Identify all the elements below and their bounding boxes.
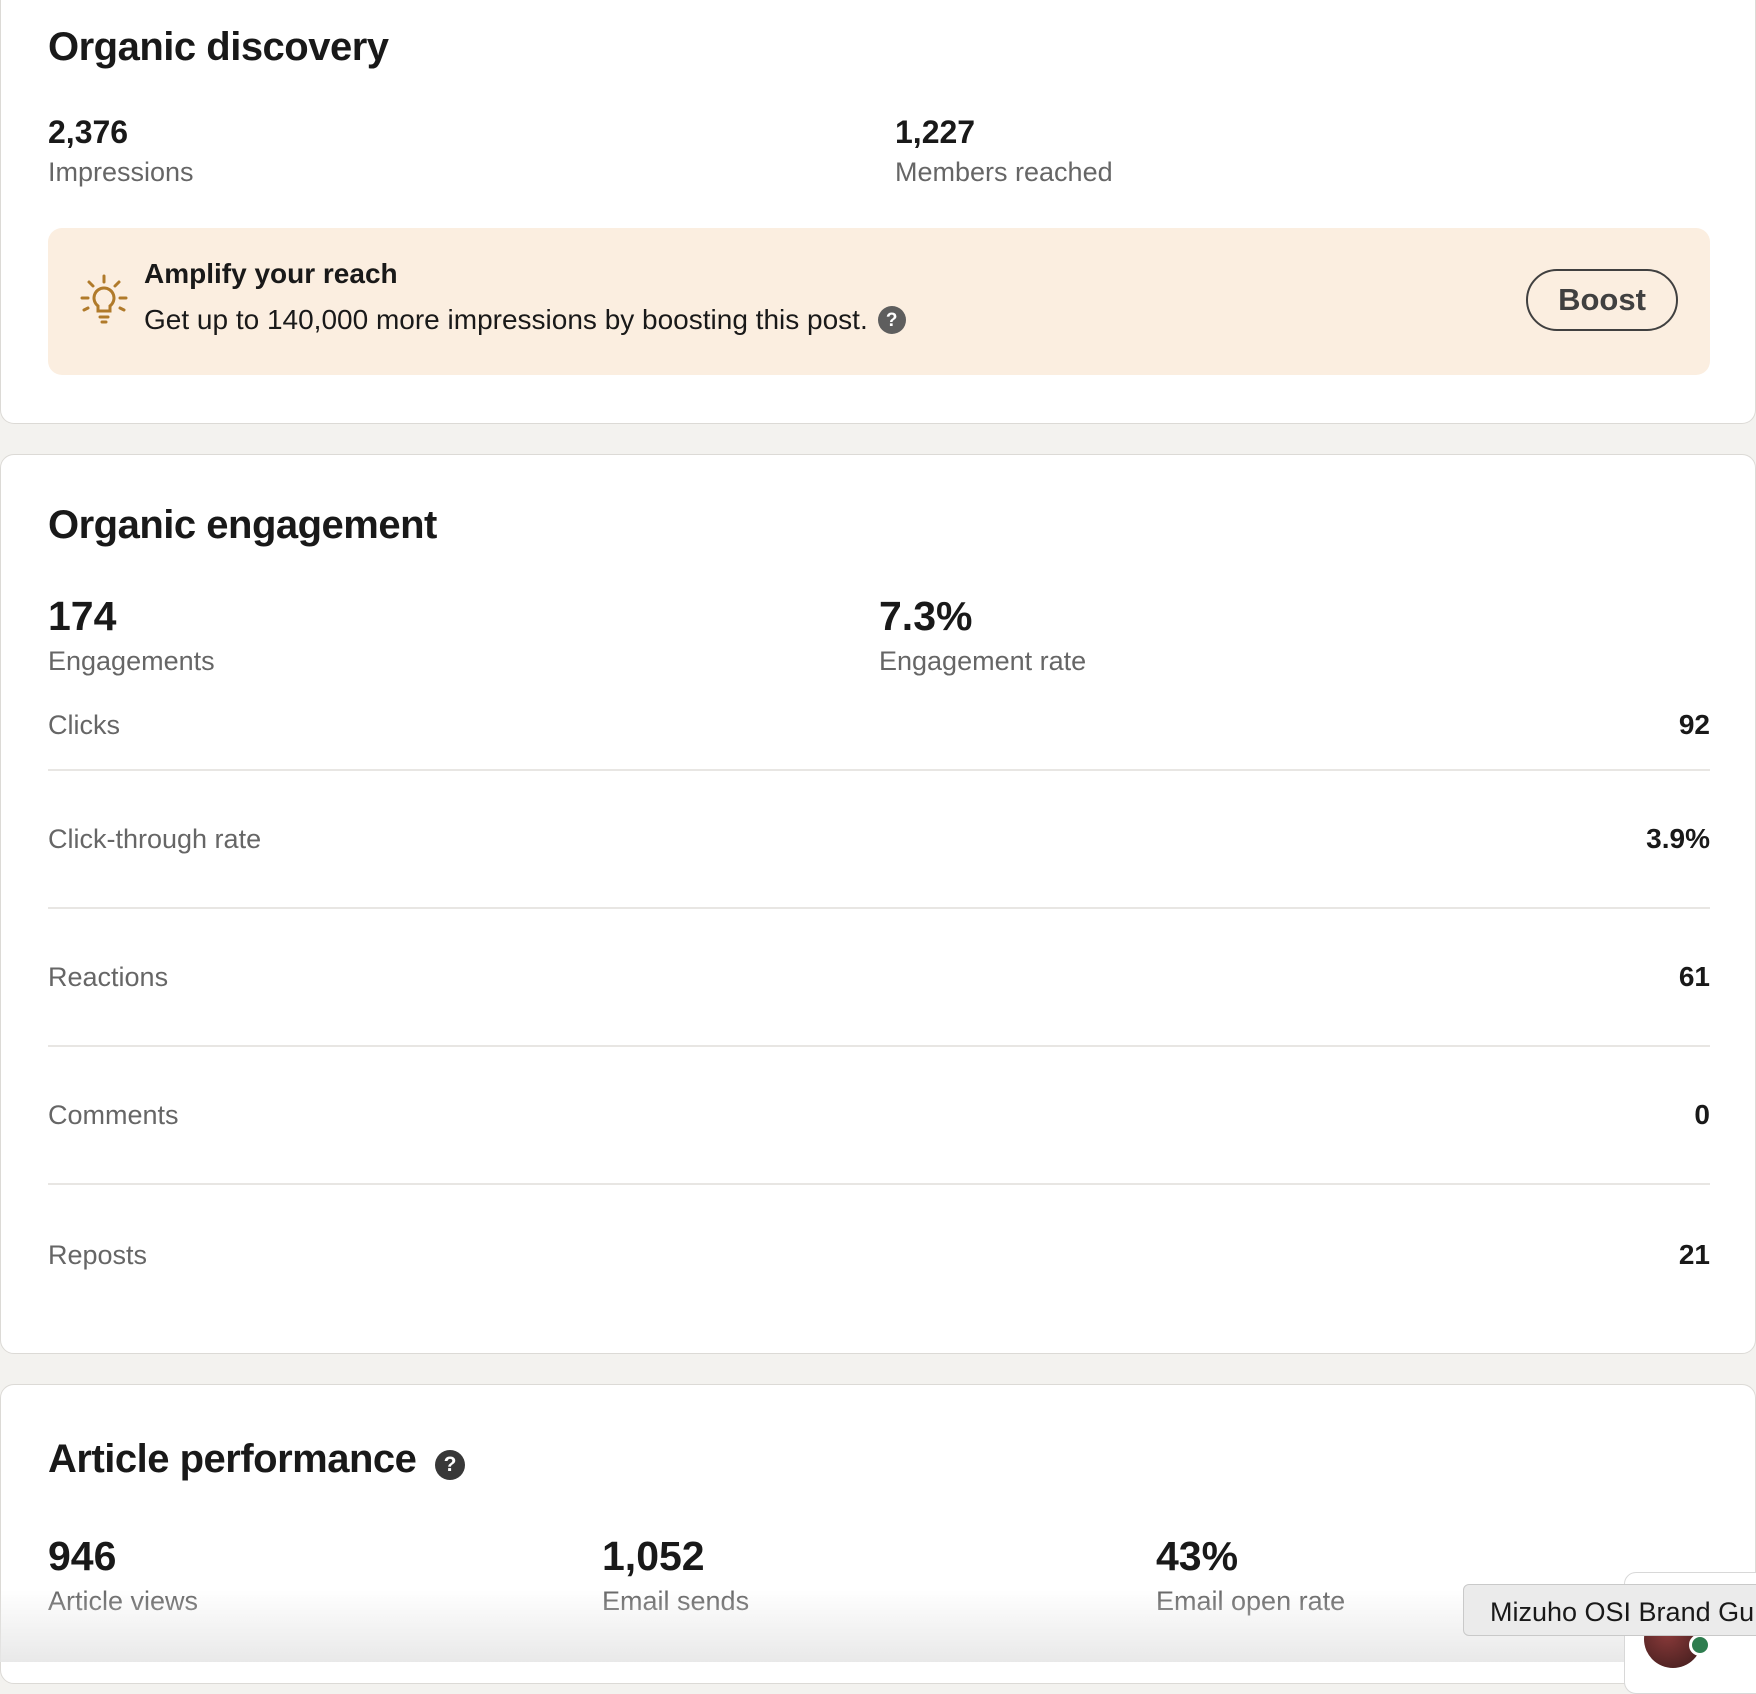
lightbulb-icon (80, 274, 128, 324)
metric-engagements: 174 Engagements (48, 593, 215, 677)
help-icon[interactable]: ? (435, 1450, 465, 1480)
row-label: Comments (48, 1100, 179, 1130)
boost-button[interactable]: Boost (1526, 269, 1678, 331)
metric-article-views: 946 Article views (48, 1533, 198, 1617)
email-sends-value: 1,052 (602, 1533, 705, 1579)
article-views-value: 946 (48, 1533, 117, 1579)
metric-engagement-rate: 7.3% Engagement rate (879, 593, 1086, 677)
engagement-rate-value: 7.3% (879, 593, 973, 639)
amplify-description: Get up to 140,000 more impressions by bo… (144, 304, 868, 335)
amplify-title: Amplify your reach (144, 258, 398, 289)
metric-members-reached: 1,227 Members reached (895, 114, 1113, 188)
email-sends-label: Email sends (602, 1586, 750, 1616)
metric-email-open-rate: 43% Email open rate (1156, 1533, 1345, 1617)
engagements-label: Engagements (48, 646, 215, 676)
metric-email-sends: 1,052 Email sends (602, 1533, 749, 1617)
conversation-tooltip: Mizuho OSI Brand Gu (1463, 1584, 1756, 1636)
email-open-rate-value: 43% (1156, 1533, 1239, 1579)
row-value: 0 (1694, 1099, 1710, 1130)
row-label: Reposts (48, 1240, 148, 1270)
engagement-breakdown-list: Clicks 92 Click-through rate 3.9% Reacti… (48, 687, 1710, 1323)
online-status-indicator (1689, 1634, 1711, 1656)
amplify-description-row: Get up to 140,000 more impressions by bo… (144, 304, 906, 336)
breakdown-row-reposts: Reposts 21 (48, 1185, 1710, 1323)
section-title-organic-engagement: Organic engagement (48, 503, 437, 547)
article-performance-card: Article performance ? 946 Article views … (0, 1384, 1756, 1684)
row-label: Click-through rate (48, 824, 262, 854)
row-label: Reactions (48, 962, 169, 992)
metric-impressions: 2,376 Impressions (48, 114, 194, 188)
row-value: 21 (1678, 1239, 1710, 1270)
row-value: 61 (1678, 961, 1710, 992)
breakdown-row-click-through-rate: Click-through rate 3.9% (48, 771, 1710, 909)
organic-engagement-card: Organic engagement 174 Engagements 7.3% … (0, 454, 1756, 1354)
email-open-rate-label: Email open rate (1156, 1586, 1346, 1616)
engagements-value: 174 (48, 593, 117, 639)
engagement-rate-label: Engagement rate (879, 646, 1087, 676)
members-reached-value: 1,227 (895, 114, 976, 150)
amplify-reach-banner: Amplify your reach Get up to 140,000 mor… (48, 228, 1710, 375)
breakdown-row-reactions: Reactions 61 (48, 909, 1710, 1047)
article-views-label: Article views (48, 1586, 199, 1616)
impressions-label: Impressions (48, 157, 194, 187)
impressions-value: 2,376 (48, 114, 129, 150)
row-label: Clicks (48, 710, 120, 740)
row-value: 92 (1678, 709, 1710, 740)
section-title-article-performance: Article performance (48, 1437, 417, 1481)
breakdown-row-clicks: Clicks 92 (48, 687, 1710, 771)
organic-discovery-card: Organic discovery 2,376 Impressions 1,22… (0, 0, 1756, 424)
row-value: 3.9% (1646, 823, 1710, 854)
breakdown-row-comments: Comments 0 (48, 1047, 1710, 1185)
members-reached-label: Members reached (895, 157, 1113, 187)
help-icon[interactable]: ? (877, 306, 906, 334)
section-title-organic-discovery: Organic discovery (48, 25, 389, 69)
